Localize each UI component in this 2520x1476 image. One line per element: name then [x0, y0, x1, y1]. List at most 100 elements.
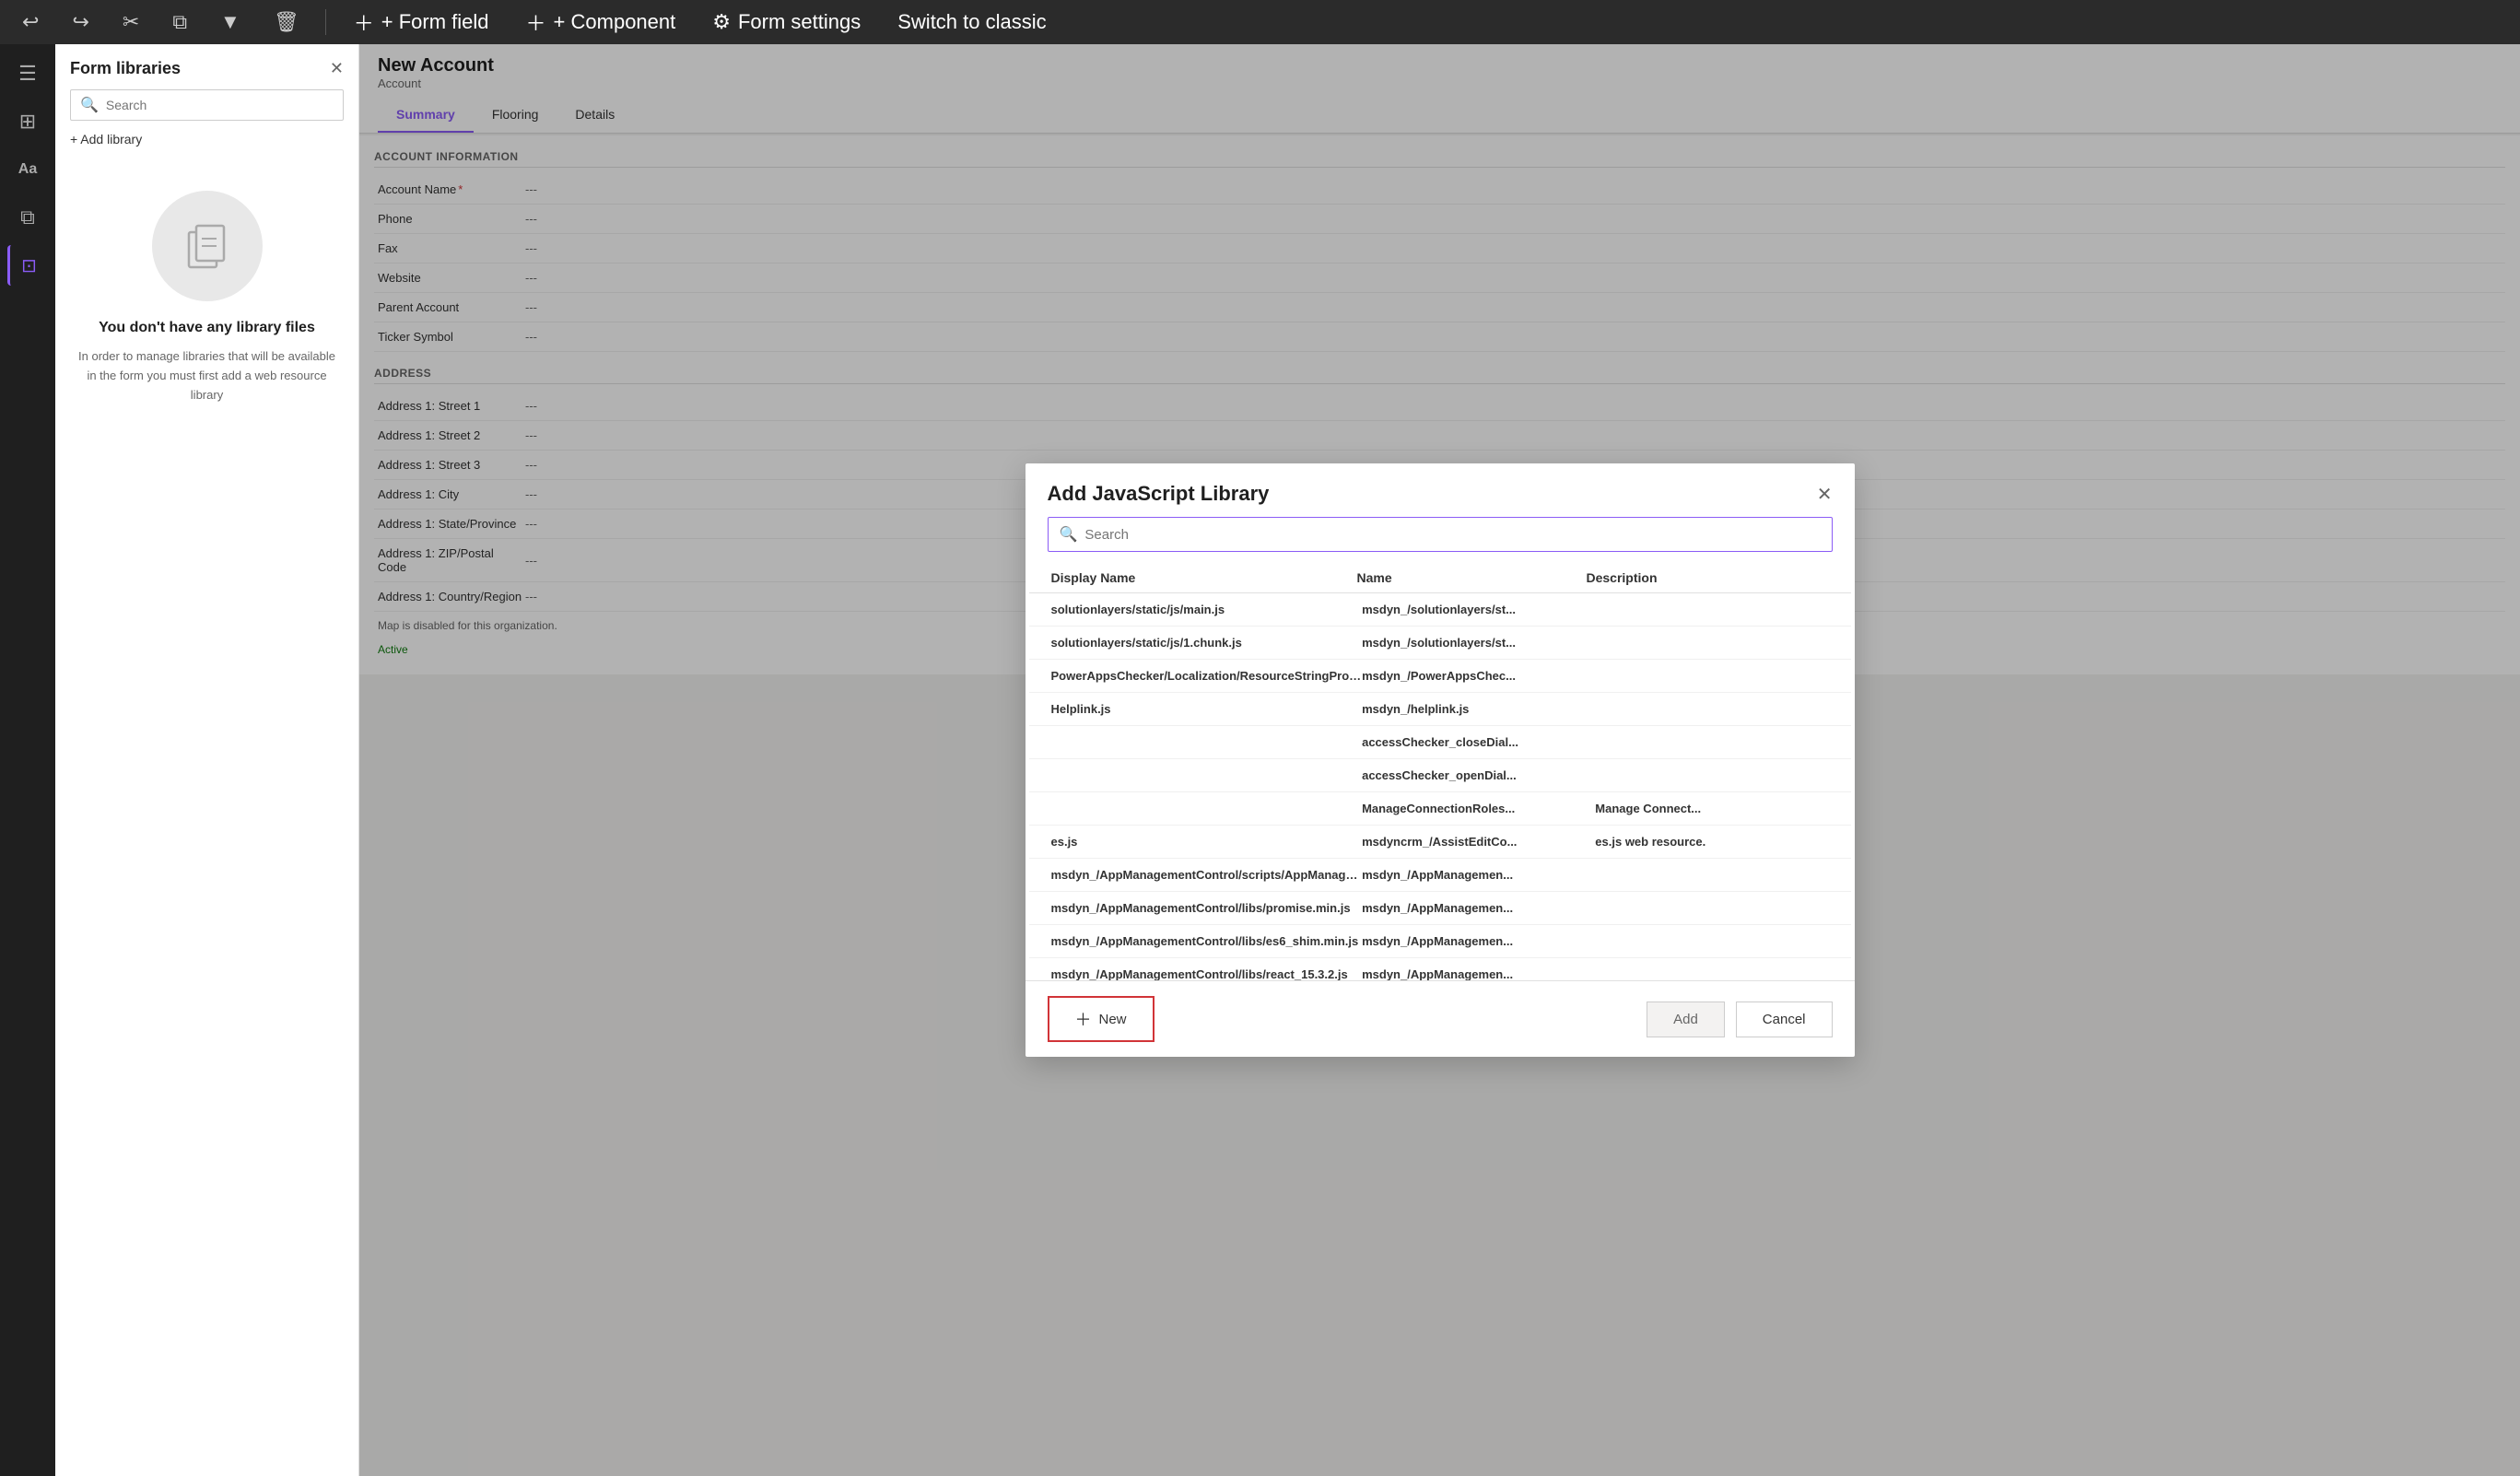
sidebar-icon-menu[interactable]: ☰	[7, 53, 48, 94]
switch-classic-button[interactable]: Switch to classic	[888, 6, 1055, 38]
sidebar-icon-layers[interactable]: ⧉	[7, 197, 48, 238]
table-row[interactable]: msdyn_/AppManagementControl/scripts/AppM…	[1029, 859, 1851, 892]
add-library-label: + Add library	[70, 132, 142, 146]
col-header-name: Name	[1357, 570, 1587, 585]
form-field-label: + Form field	[381, 10, 489, 34]
main-content: New Account Account Summary Flooring Det…	[359, 44, 2520, 1476]
table-row[interactable]: solutionlayers/static/js/1.chunk.js msdy…	[1029, 627, 1851, 660]
panel-title: Form libraries	[70, 59, 181, 78]
cell-display-5	[1051, 768, 1363, 782]
cell-name-3: msdyn_/helplink.js	[1362, 702, 1595, 716]
table-row[interactable]: msdyn_/AppManagementControl/libs/react_1…	[1029, 958, 1851, 980]
form-settings-button[interactable]: ⚙ Form settings	[703, 6, 870, 38]
dialog-search-input[interactable]	[1084, 527, 1820, 543]
cell-desc-10	[1595, 934, 1828, 948]
component-plus-icon: ＋	[526, 7, 546, 37]
cancel-button[interactable]: Cancel	[1736, 1002, 1833, 1037]
settings-icon: ⚙	[712, 10, 731, 34]
cell-desc-3	[1595, 702, 1828, 716]
search-icon: 🔍	[80, 96, 99, 114]
cell-name-8: msdyn_/AppManagemen...	[1362, 868, 1595, 882]
table-row[interactable]: msdyn_/AppManagementControl/libs/promise…	[1029, 892, 1851, 925]
switch-label: Switch to classic	[897, 10, 1046, 34]
component-label: + Component	[554, 10, 676, 34]
table-row[interactable]: PowerAppsChecker/Localization/ResourceSt…	[1029, 660, 1851, 693]
table-row[interactable]: accessChecker_openDial...	[1029, 759, 1851, 792]
cell-display-6	[1051, 802, 1363, 815]
new-button[interactable]: ＋ New	[1048, 996, 1155, 1042]
form-settings-label: Form settings	[738, 10, 861, 34]
cell-display-4	[1051, 735, 1363, 749]
sidebar-icon-dashboard[interactable]: ⊞	[7, 101, 48, 142]
cell-name-7: msdyncrm_/AssistEditCo...	[1362, 835, 1595, 849]
table-row[interactable]: msdyn_/AppManagementControl/libs/es6_shi…	[1029, 925, 1851, 958]
add-button[interactable]: Add	[1647, 1002, 1725, 1037]
component-button[interactable]: ＋ + Component	[517, 4, 686, 41]
add-library-button[interactable]: + Add library	[55, 124, 358, 154]
cell-desc-8	[1595, 868, 1828, 882]
main-layout: ☰ ⊞ Aa ⧉ ⊡ Form libraries ✕ 🔍 + Add libr…	[0, 44, 2520, 1476]
table-row[interactable]: ManageConnectionRoles... Manage Connect.…	[1029, 792, 1851, 826]
delete-button[interactable]: 🗑	[266, 6, 307, 38]
form-field-button[interactable]: ＋ + Form field	[345, 4, 498, 41]
empty-title: You don't have any library files	[99, 320, 315, 336]
cell-desc-4	[1595, 735, 1828, 749]
cell-display-8: msdyn_/AppManagementControl/scripts/AppM…	[1051, 868, 1363, 882]
dialog-overlay: Add JavaScript Library ✕ 🔍 Display Name …	[359, 44, 2520, 1476]
toolbar-divider-1	[325, 9, 326, 35]
cell-desc-1	[1595, 636, 1828, 650]
cell-display-3: Helplink.js	[1051, 702, 1363, 716]
cell-name-4: accessChecker_closeDial...	[1362, 735, 1595, 749]
cut-button[interactable]: ✂	[115, 6, 147, 38]
copy-button[interactable]: ⧉	[165, 6, 194, 38]
undo-button[interactable]: ↩	[15, 6, 46, 38]
dialog-title: Add JavaScript Library	[1048, 482, 1270, 506]
toolbar: ↩ ↪ ✂ ⧉ ▼ 🗑 ＋ + Form field ＋ + Component…	[0, 0, 2520, 44]
cell-display-9: msdyn_/AppManagementControl/libs/promise…	[1051, 901, 1363, 915]
left-sidebar: ☰ ⊞ Aa ⧉ ⊡	[0, 44, 55, 1476]
plus-icon: ＋	[354, 7, 374, 37]
cell-name-10: msdyn_/AppManagemen...	[1362, 934, 1595, 948]
sidebar-icon-components[interactable]: ⊡	[7, 245, 48, 286]
cell-name-9: msdyn_/AppManagemen...	[1362, 901, 1595, 915]
cell-desc-2	[1595, 669, 1828, 683]
cancel-label: Cancel	[1763, 1012, 1806, 1027]
new-label: New	[1099, 1012, 1127, 1027]
panel-header: Form libraries ✕	[55, 44, 358, 86]
panel-close-button[interactable]: ✕	[330, 59, 344, 78]
cell-desc-5	[1595, 768, 1828, 782]
redo-button[interactable]: ↪	[64, 6, 96, 38]
cell-display-2: PowerAppsChecker/Localization/ResourceSt…	[1051, 669, 1363, 683]
add-label: Add	[1673, 1012, 1698, 1027]
empty-desc: In order to manage libraries that will b…	[74, 347, 340, 404]
table-scroll-area[interactable]: solutionlayers/static/js/main.js msdyn_/…	[1029, 593, 1851, 980]
new-plus-icon: ＋	[1075, 1007, 1092, 1031]
sidebar-icon-text[interactable]: Aa	[7, 149, 48, 190]
cell-desc-7: es.js web resource.	[1595, 835, 1828, 849]
cell-name-0: msdyn_/solutionlayers/st...	[1362, 603, 1595, 616]
cell-desc-11	[1595, 967, 1828, 980]
cell-display-10: msdyn_/AppManagementControl/libs/es6_shi…	[1051, 934, 1363, 948]
table-row[interactable]: solutionlayers/static/js/main.js msdyn_/…	[1029, 593, 1851, 627]
dialog-close-button[interactable]: ✕	[1817, 483, 1833, 506]
cell-display-11: msdyn_/AppManagementControl/libs/react_1…	[1051, 967, 1363, 980]
table-row[interactable]: Helplink.js msdyn_/helplink.js	[1029, 693, 1851, 726]
dialog-table: Display Name Name Description solutionla…	[1029, 563, 1851, 980]
cell-display-7: es.js	[1051, 835, 1363, 849]
paste-button[interactable]: ▼	[213, 6, 248, 38]
cell-name-2: msdyn_/PowerAppsChec...	[1362, 669, 1595, 683]
table-row[interactable]: es.js msdyncrm_/AssistEditCo... es.js we…	[1029, 826, 1851, 859]
form-libraries-panel: Form libraries ✕ 🔍 + Add library You don…	[55, 44, 359, 1476]
col-header-desc: Description	[1587, 570, 1816, 585]
cell-name-11: msdyn_/AppManagemen...	[1362, 967, 1595, 980]
dialog-search-box[interactable]: 🔍	[1048, 517, 1833, 552]
col-header-display: Display Name	[1051, 570, 1357, 585]
cell-name-5: accessChecker_openDial...	[1362, 768, 1595, 782]
table-row[interactable]: accessChecker_closeDial...	[1029, 726, 1851, 759]
cell-name-6: ManageConnectionRoles...	[1362, 802, 1595, 815]
add-javascript-library-dialog: Add JavaScript Library ✕ 🔍 Display Name …	[1026, 463, 1855, 1057]
libraries-search-box[interactable]: 🔍	[70, 89, 344, 121]
libraries-search-input[interactable]	[106, 98, 334, 112]
cell-display-0: solutionlayers/static/js/main.js	[1051, 603, 1363, 616]
table-header-row: Display Name Name Description	[1029, 563, 1851, 593]
